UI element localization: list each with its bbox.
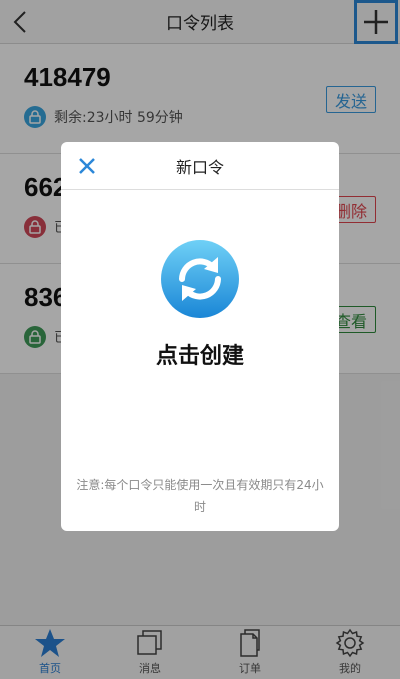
close-button[interactable] [73,152,101,180]
new-command-dialog: 新口令 点击创建 注意:每个口令只能使用一次且有效期只有24小时 [61,142,339,531]
create-label: 点击创建 [155,344,244,369]
dialog-title: 新口令 [175,157,224,177]
dialog-header: 新口令 [61,142,339,190]
create-command-button[interactable] [160,239,240,319]
dialog-note: 注意:每个口令只能使用一次且有效期只有24小时 [76,478,324,514]
close-icon [79,158,95,174]
refresh-icon [161,240,239,318]
